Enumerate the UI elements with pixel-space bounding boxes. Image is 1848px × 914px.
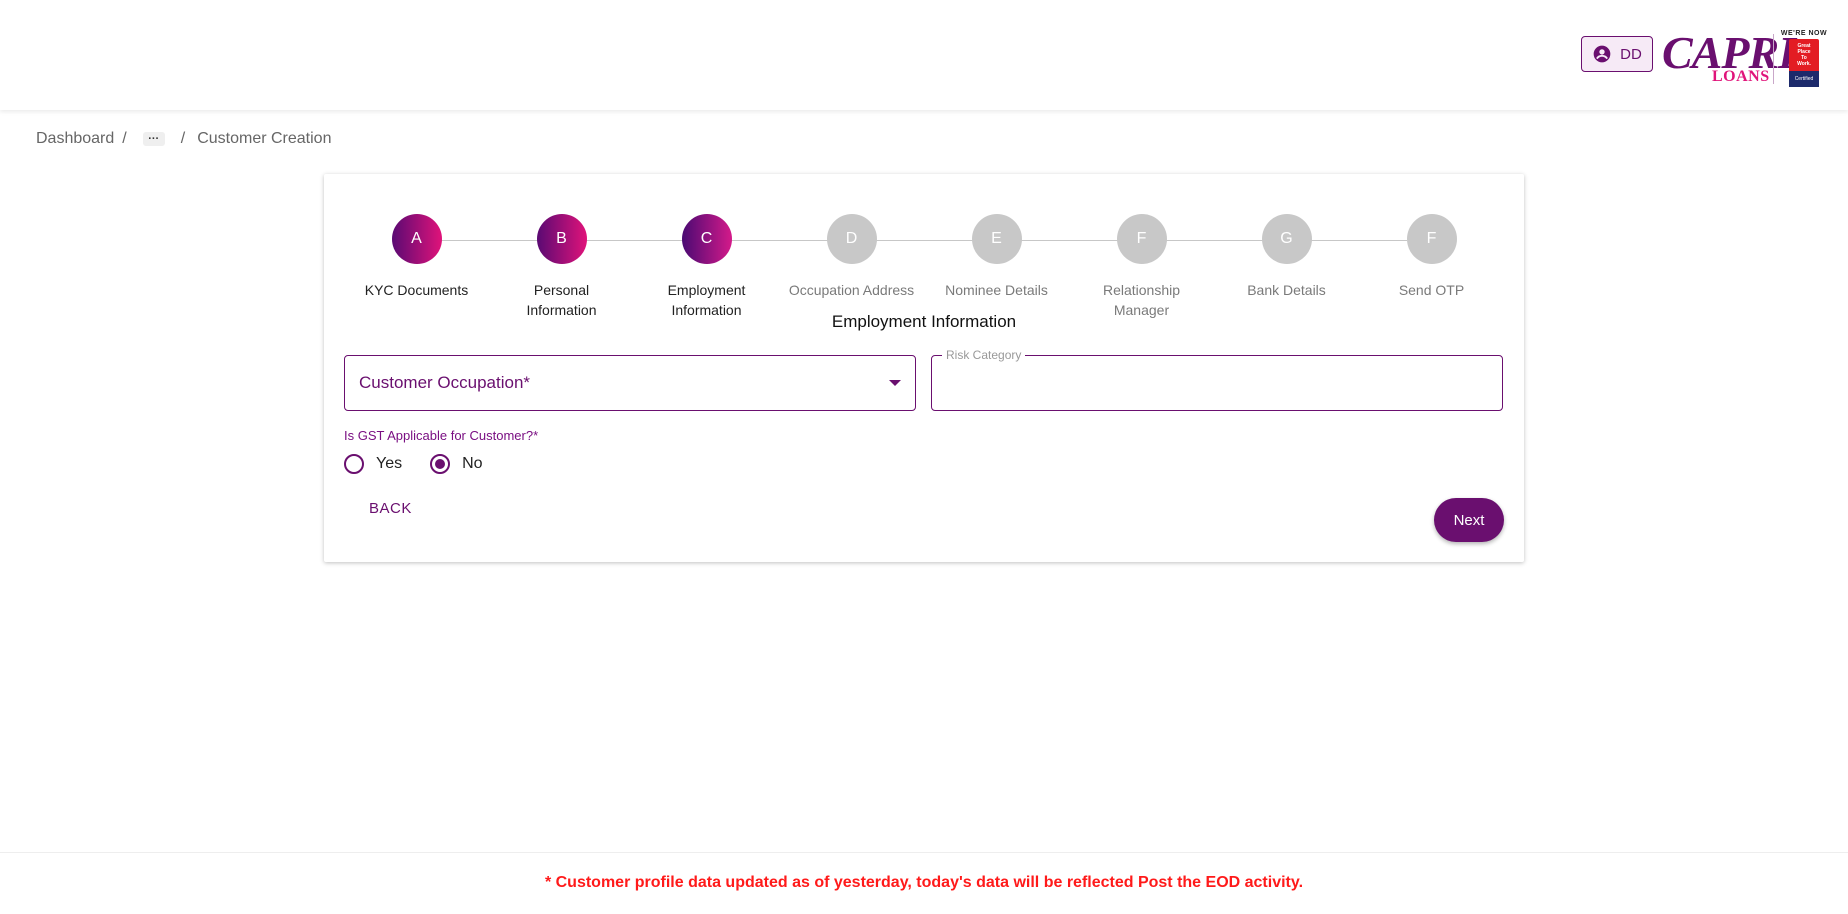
badge-top-text: WE'RE NOW xyxy=(1780,30,1828,37)
breadcrumb-separator: / xyxy=(180,130,186,147)
risk-category-field[interactable]: Risk Category xyxy=(931,348,1503,411)
great-place-to-work-badge: WE'RE NOW Great Place To Work. Certified xyxy=(1778,30,1830,88)
step-circle: F xyxy=(1406,214,1457,264)
step-circle: A xyxy=(391,214,442,264)
gst-yes-radio[interactable] xyxy=(344,454,364,474)
top-header: DD CAPRI LOANS WE'RE NOW Great Place To … xyxy=(0,0,1848,110)
step-occupation-address[interactable]: D Occupation Address xyxy=(779,214,924,300)
step-nominee-details[interactable]: E Nominee Details xyxy=(924,214,1069,300)
step-relationship-manager[interactable]: F Relationship Manager xyxy=(1069,214,1214,320)
customer-occupation-placeholder: Customer Occupation* xyxy=(359,373,531,392)
step-circle: E xyxy=(971,214,1022,264)
step-circle: D xyxy=(826,214,877,264)
next-button[interactable]: Next xyxy=(1434,498,1504,542)
gst-applicable-label: Is GST Applicable for Customer?* xyxy=(344,428,539,443)
gst-no-label[interactable]: No xyxy=(462,455,482,473)
section-title: Employment Information xyxy=(831,312,1017,331)
gst-no-radio[interactable] xyxy=(430,454,451,474)
badge-line: Work. xyxy=(1797,61,1811,67)
step-employment-information[interactable]: C Employment Information xyxy=(634,214,779,320)
step-label: Send OTP xyxy=(1398,282,1465,298)
dropdown-arrow-icon xyxy=(889,380,901,386)
capri-loans-logo: CAPRI LOANS xyxy=(1662,28,1796,88)
breadcrumb-current: Customer Creation xyxy=(197,130,332,147)
step-send-otp[interactable]: F Send OTP xyxy=(1359,214,1504,300)
logo-divider xyxy=(1773,34,1774,84)
risk-category-label: Risk Category xyxy=(942,348,1026,362)
step-label: Bank Details xyxy=(1247,282,1326,298)
user-menu-button[interactable]: DD xyxy=(1581,36,1653,72)
step-circle: B xyxy=(536,214,587,264)
badge-certified-text: Certified xyxy=(1789,71,1819,87)
user-initials: DD xyxy=(1620,45,1642,63)
step-circle: C xyxy=(681,214,732,264)
eod-notice: * Customer profile data updated as of ye… xyxy=(544,874,1304,891)
badge-shield-icon: Great Place To Work. Certified xyxy=(1789,39,1819,87)
breadcrumb-more-button[interactable]: ··· xyxy=(142,132,165,146)
step-kyc-documents[interactable]: A KYC Documents xyxy=(344,214,489,300)
back-button[interactable]: BACK xyxy=(369,500,412,517)
step-bank-details[interactable]: G Bank Details xyxy=(1214,214,1359,300)
customer-creation-card: A KYC Documents B Personal Information C… xyxy=(324,174,1524,562)
footer-divider xyxy=(0,852,1848,853)
account-circle-icon xyxy=(1593,45,1611,63)
breadcrumb-separator: / xyxy=(122,130,127,147)
step-personal-information[interactable]: B Personal Information xyxy=(489,214,634,320)
step-circle: F xyxy=(1116,214,1167,264)
customer-occupation-select[interactable]: Customer Occupation* xyxy=(344,355,916,411)
step-circle: G xyxy=(1261,214,1312,264)
gst-radio-group: Yes No xyxy=(344,454,511,474)
stepper: A KYC Documents B Personal Information C… xyxy=(344,194,1504,318)
breadcrumb-dashboard[interactable]: Dashboard xyxy=(36,130,114,148)
radio-selected-dot xyxy=(435,459,446,469)
step-label: KYC Documents xyxy=(364,282,469,298)
step-label: Occupation Address xyxy=(788,282,915,298)
gst-yes-label[interactable]: Yes xyxy=(376,455,402,473)
breadcrumb: Dashboard / ··· / Customer Creation xyxy=(36,130,331,148)
step-label: Nominee Details xyxy=(945,282,1048,298)
logo-subtext: LOANS xyxy=(1712,68,1770,85)
